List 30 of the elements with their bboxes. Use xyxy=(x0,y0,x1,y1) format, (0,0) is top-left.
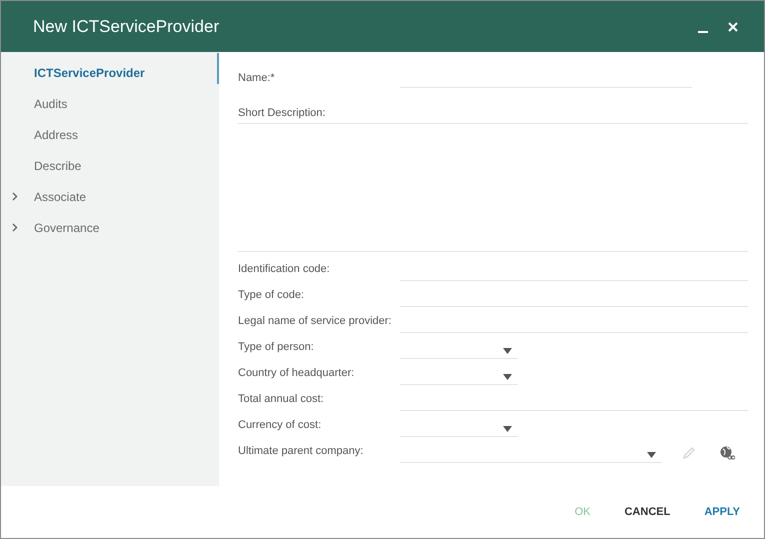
field-label: Total annual cost: xyxy=(238,392,325,407)
field-label: Ultimate parent company: xyxy=(238,444,364,459)
sidebar-item[interactable]: Associate xyxy=(1,181,219,212)
close-icon[interactable] xyxy=(728,22,738,32)
field-label: Name:* xyxy=(238,71,276,86)
sidebar-item[interactable]: Describe xyxy=(1,150,219,181)
pencil-icon[interactable] xyxy=(682,446,696,460)
field-label: Legal name of service provider: xyxy=(238,314,392,329)
field-label: Type of person: xyxy=(238,340,315,355)
field-label: Type of code: xyxy=(238,288,306,303)
field-label: Short Description: xyxy=(238,106,326,121)
dialog-button[interactable]: APPLY xyxy=(702,500,742,524)
field-label: Identification code: xyxy=(238,262,331,277)
field-label: Country of headquarter: xyxy=(238,366,356,381)
dropdown-caret-icon[interactable] xyxy=(647,452,656,458)
chevron-right-icon[interactable] xyxy=(12,192,18,201)
sidebar-item[interactable]: ICTServiceProvider xyxy=(1,57,219,88)
dropdown-caret-icon[interactable] xyxy=(503,374,512,380)
dropdown-caret-icon[interactable] xyxy=(503,348,512,354)
window-title: New ICTServiceProvider xyxy=(33,16,220,38)
chevron-right-icon[interactable] xyxy=(12,223,18,232)
globe-link-icon[interactable] xyxy=(720,446,735,460)
description-field[interactable] xyxy=(238,123,748,252)
field-label: Currency of cost: xyxy=(238,418,322,433)
sidebar-item[interactable]: Address xyxy=(1,119,219,150)
sidebar-item[interactable]: Governance xyxy=(1,212,219,243)
dropdown-caret-icon[interactable] xyxy=(503,426,512,432)
selection-indicator xyxy=(217,53,219,84)
sidebar-item[interactable]: Audits xyxy=(1,88,219,119)
dialog-button[interactable]: CANCEL xyxy=(622,500,672,524)
